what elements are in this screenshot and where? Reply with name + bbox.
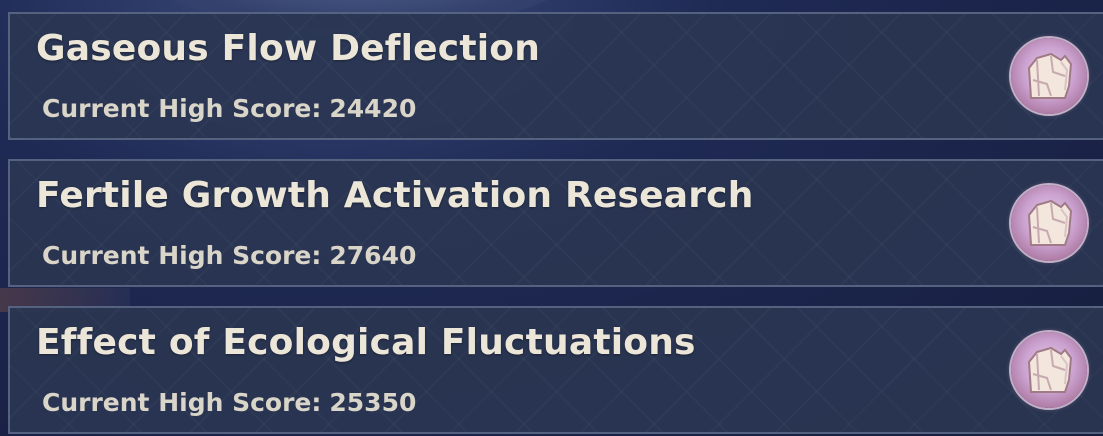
stone-monument-icon xyxy=(1011,332,1087,408)
high-score-value: 27640 xyxy=(329,241,417,270)
high-score-label: Current High Score: xyxy=(42,94,322,123)
high-score-label: Current High Score: xyxy=(42,241,322,270)
challenge-title: Gaseous Flow Deflection xyxy=(36,28,541,69)
challenge-card[interactable]: Gaseous Flow Deflection Current High Sco… xyxy=(8,12,1103,140)
challenge-card[interactable]: Effect of Ecological Fluctuations Curren… xyxy=(8,306,1103,434)
high-score-row: Current High Score: 24420 xyxy=(42,94,416,123)
challenge-title: Fertile Growth Activation Research xyxy=(36,175,754,216)
high-score-row: Current High Score: 25350 xyxy=(42,388,416,417)
high-score-label: Current High Score: xyxy=(42,388,322,417)
stone-monument-icon xyxy=(1011,185,1087,261)
high-score-value: 24420 xyxy=(329,94,417,123)
challenge-title: Effect of Ecological Fluctuations xyxy=(36,322,696,363)
challenge-card[interactable]: Fertile Growth Activation Research Curre… xyxy=(8,159,1103,287)
high-score-value: 25350 xyxy=(329,388,417,417)
high-score-row: Current High Score: 27640 xyxy=(42,241,416,270)
stone-monument-icon xyxy=(1011,38,1087,114)
